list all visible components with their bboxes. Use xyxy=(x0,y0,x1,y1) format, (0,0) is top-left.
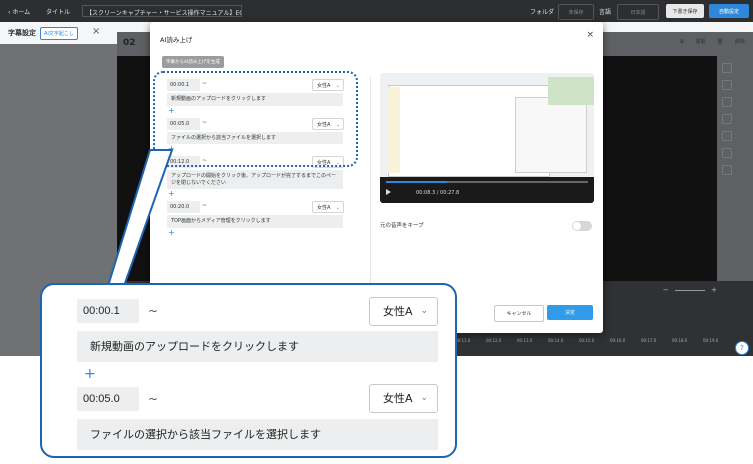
chevron-down-icon: ⌄ xyxy=(420,393,428,403)
callout-voice-select-2[interactable]: 女性A ⌄ xyxy=(369,384,438,413)
callout-time-2[interactable]: 00:05.0 xyxy=(77,387,139,411)
callout-tilde-1: ~ xyxy=(148,304,159,318)
zoom-callout: 00:00.1 ~ 女性A ⌄ 新規動画のアップロードをクリックします + 00:… xyxy=(40,283,457,458)
callout-text-2[interactable]: ファイルの選択から該当ファイルを選択します xyxy=(77,419,438,450)
chevron-down-icon: ⌄ xyxy=(420,306,428,316)
callout-voice-label-2: 女性A xyxy=(383,392,413,405)
callout-voice-label-1: 女性A xyxy=(383,305,413,318)
add-row-icon[interactable]: + xyxy=(84,366,96,382)
callout-tail xyxy=(106,149,174,287)
callout-voice-select-1[interactable]: 女性A ⌄ xyxy=(369,297,438,326)
callout-text-1[interactable]: 新規動画のアップロードをクリックします xyxy=(77,331,438,362)
callout-tilde-2: ~ xyxy=(148,392,159,406)
callout-time-1[interactable]: 00:00.1 xyxy=(77,299,139,323)
